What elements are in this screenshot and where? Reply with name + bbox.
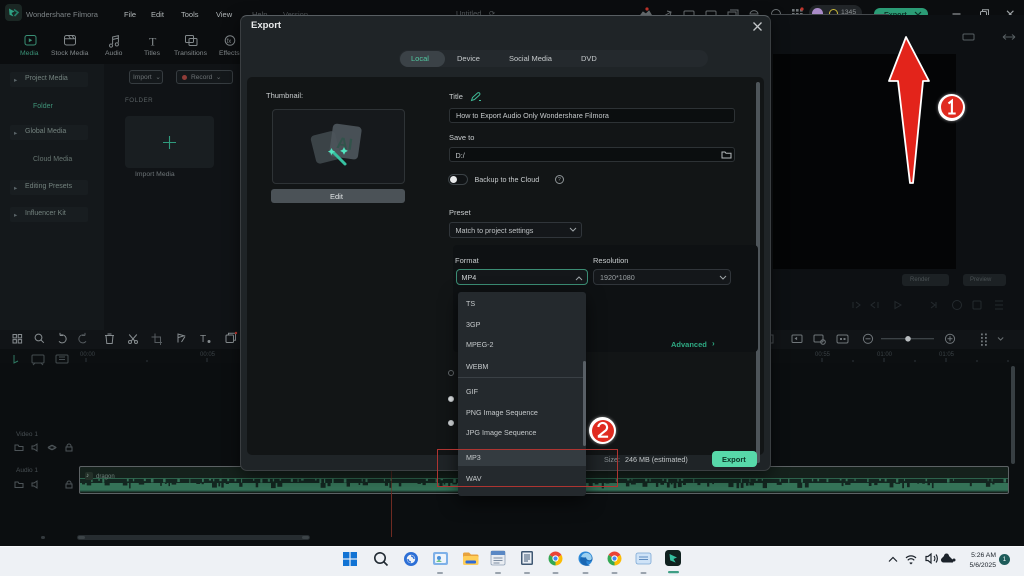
svg-text:fx: fx <box>227 39 232 45</box>
svg-text:T: T <box>149 35 157 49</box>
svg-text:T: T <box>200 334 206 345</box>
